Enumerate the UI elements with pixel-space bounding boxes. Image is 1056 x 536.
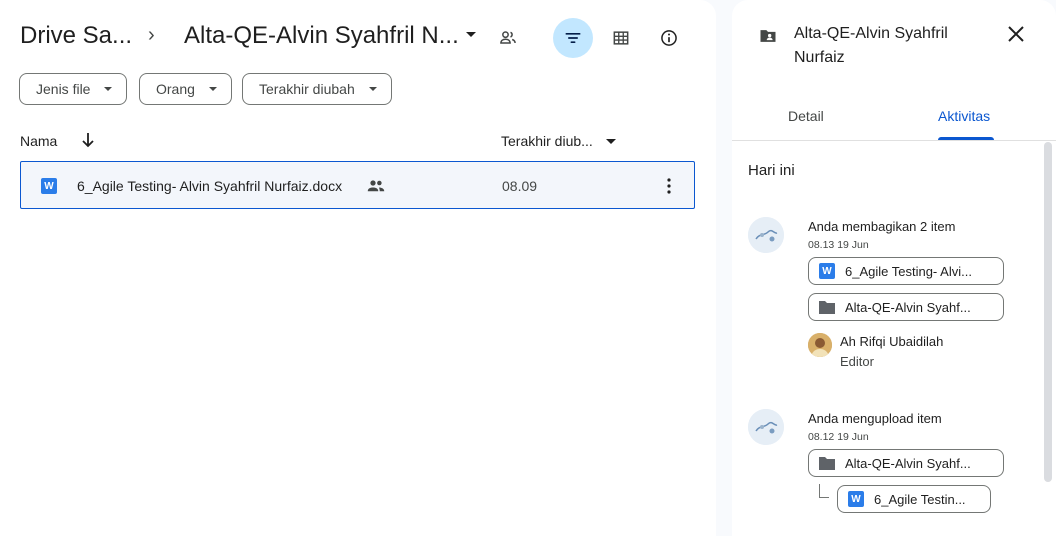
folder-icon [819, 301, 835, 314]
breadcrumb: Drive Sa... › Alta-QE-Alvin Syahfril N..… [0, 14, 716, 62]
filter-chip-file-type[interactable]: Jenis file [19, 73, 128, 105]
activity-time: 08.13 19 Jun [808, 239, 869, 251]
info-button[interactable] [649, 18, 689, 58]
column-header-modified[interactable]: Terakhir diub... [501, 133, 593, 149]
caret-down-icon[interactable] [466, 32, 476, 37]
avatar-image [748, 217, 784, 253]
activity-text: Anda membagikan 2 item [808, 219, 956, 234]
filter-chip-modified[interactable]: Terakhir diubah [242, 73, 392, 105]
word-doc-icon: W [41, 178, 57, 194]
scrollbar[interactable] [1044, 142, 1052, 482]
main-panel: Drive Sa... › Alta-QE-Alvin Syahfril N..… [0, 0, 716, 536]
avatar-image [748, 409, 784, 445]
caret-down-icon[interactable] [606, 139, 616, 144]
person-name: Ah Rifqi Ubaidilah [840, 334, 944, 349]
activity-folder-chip[interactable]: Alta-QE-Alvin Syahf... [808, 293, 1004, 321]
caret-down-icon [368, 87, 377, 91]
shared-people-icon [367, 180, 385, 192]
activity-folder-name: Alta-QE-Alvin Syahf... [845, 299, 971, 315]
filter-icon [565, 33, 581, 44]
details-panel: Alta-QE-Alvin Syahfril Nurfaiz Detail Ak… [732, 0, 1056, 536]
more-vert-icon[interactable] [657, 174, 681, 198]
avatar [748, 409, 784, 445]
share-folder-button[interactable] [488, 18, 528, 58]
info-icon [661, 30, 677, 46]
arrow-down-icon[interactable] [80, 131, 96, 149]
column-header-name[interactable]: Nama [20, 133, 57, 149]
people-icon [500, 31, 516, 44]
breadcrumb-root[interactable]: Drive Sa... [20, 22, 132, 50]
close-button[interactable] [998, 16, 1034, 52]
tab-detail[interactable]: Detail [788, 108, 824, 124]
filter-chip-people[interactable]: Orang [139, 73, 232, 105]
section-heading: Hari ini [748, 162, 795, 179]
person-role: Editor [840, 354, 874, 369]
avatar [748, 217, 784, 253]
filter-button[interactable] [553, 18, 593, 58]
activity-file-name: 6_Agile Testin... [874, 491, 966, 507]
grid-icon [613, 31, 629, 45]
word-doc-icon: W [848, 491, 864, 507]
filter-chip-label: Terakhir diubah [259, 81, 355, 97]
activity-file-name: 6_Agile Testing- Alvi... [845, 263, 972, 279]
panel-title: Alta-QE-Alvin Syahfril Nurfaiz [794, 25, 948, 66]
filter-chip-label: Jenis file [36, 81, 91, 97]
tree-connector [819, 484, 829, 498]
activity-folder-name: Alta-QE-Alvin Syahf... [845, 455, 971, 471]
person-photo [808, 333, 832, 357]
activity-folder-chip[interactable]: Alta-QE-Alvin Syahf... [808, 449, 1004, 477]
table-row[interactable]: W 6_Agile Testing- Alvin Syahfril Nurfai… [20, 161, 695, 209]
caret-down-icon [104, 87, 113, 91]
activity-file-chip[interactable]: W 6_Agile Testing- Alvi... [808, 257, 1004, 285]
folder-icon [819, 457, 835, 470]
activity-file-chip[interactable]: W 6_Agile Testin... [837, 485, 991, 513]
filter-chip-label: Orang [156, 81, 195, 97]
divider [732, 140, 1056, 141]
activity-time: 08.12 19 Jun [808, 431, 869, 443]
file-name: 6_Agile Testing- Alvin Syahfril Nurfaiz.… [77, 178, 343, 194]
breadcrumb-current-folder[interactable]: Alta-QE-Alvin Syahfril N... [184, 22, 464, 50]
activity-text: Anda mengupload item [808, 411, 942, 426]
word-doc-icon: W [819, 263, 835, 279]
avatar [808, 333, 832, 357]
tab-activity[interactable]: Aktivitas [938, 108, 990, 124]
caret-down-icon [208, 87, 217, 91]
close-icon [1008, 26, 1024, 42]
grid-view-button[interactable] [601, 18, 641, 58]
file-modified-date: 08.09 [502, 178, 538, 194]
chevron-right-icon: › [148, 24, 155, 46]
shared-folder-icon [760, 30, 776, 42]
